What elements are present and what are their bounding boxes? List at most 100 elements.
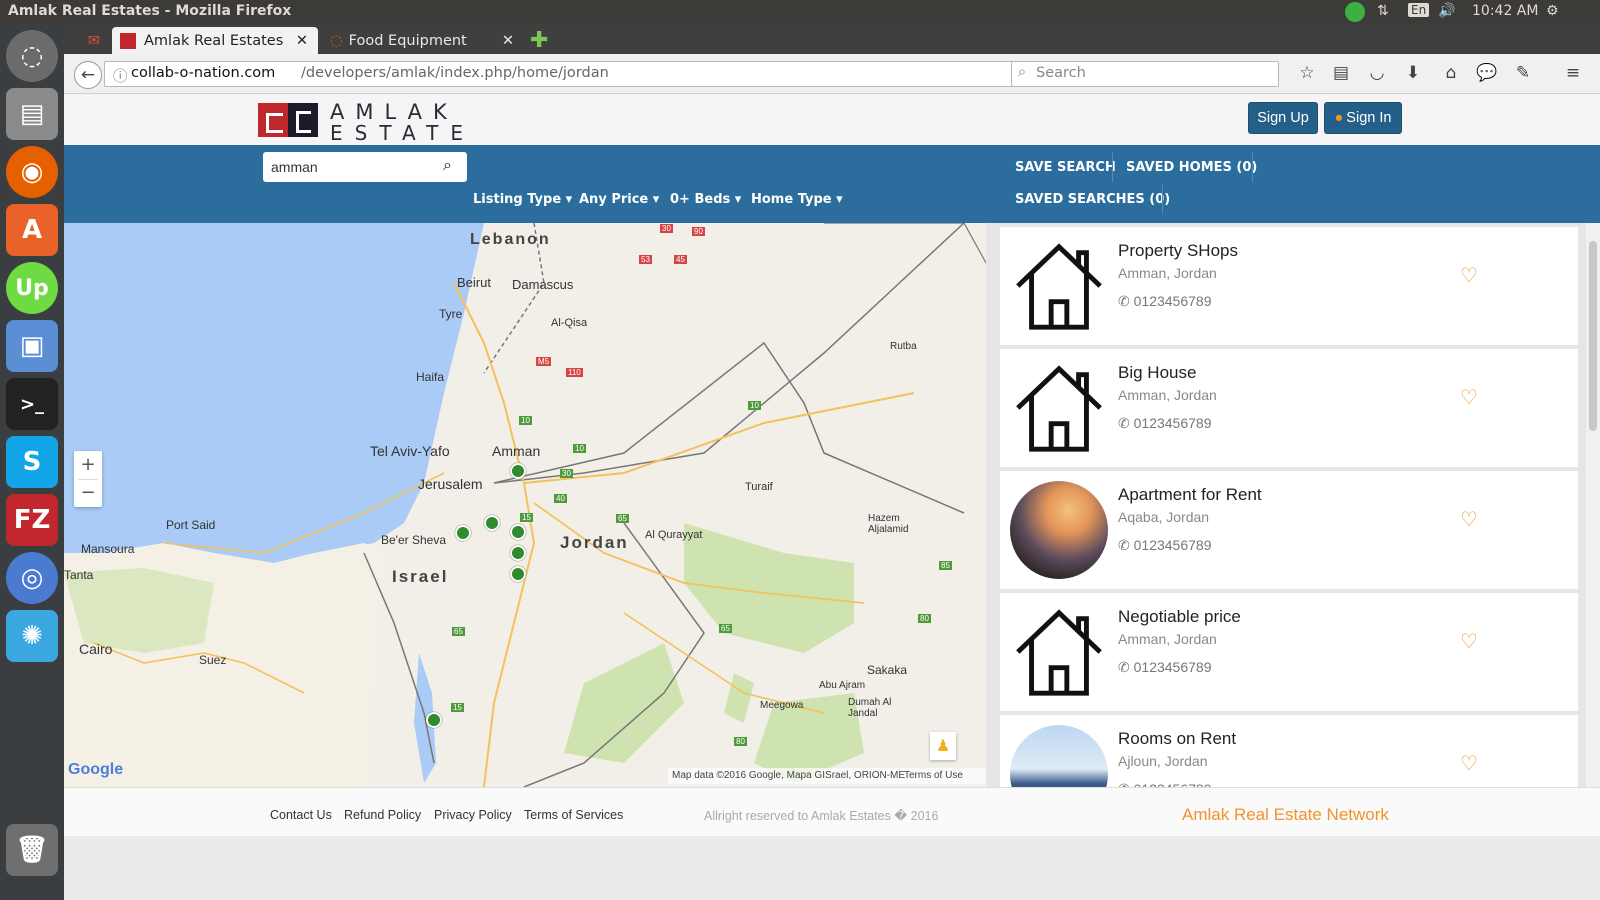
filezilla-icon[interactable]: FZ bbox=[6, 494, 58, 546]
bookmark-star-icon[interactable]: ☆ bbox=[1296, 62, 1318, 84]
url-bar[interactable]: ⓘ collab-o-nation.com /developers/amlak/… bbox=[104, 61, 1036, 87]
copyright-text: Allright reserved to Amlak Estates � 201… bbox=[704, 809, 939, 823]
saved-homes-link[interactable]: SAVED HOMES (0) bbox=[1126, 160, 1257, 175]
listing-location: Amman, Jordan bbox=[1118, 387, 1217, 403]
listing-card[interactable]: Rooms on Rent Ajloun, Jordan ✆ 012345678… bbox=[1000, 715, 1578, 787]
listing-card[interactable]: Apartment for Rent Aqaba, Jordan ✆ 01234… bbox=[1000, 471, 1578, 589]
update-icon[interactable] bbox=[1345, 2, 1365, 22]
firefox-icon[interactable]: ◉ bbox=[6, 146, 58, 198]
listing-marker[interactable] bbox=[455, 525, 471, 541]
listing-phone: ✆ 0123456789 bbox=[1118, 415, 1212, 432]
upwork-icon[interactable]: Up bbox=[6, 262, 58, 314]
amlak-favicon bbox=[120, 32, 136, 49]
map-label-haifa: Haifa bbox=[416, 370, 445, 384]
terminal-icon[interactable]: >_ bbox=[6, 378, 58, 430]
close-tab-icon[interactable]: ✕ bbox=[296, 33, 308, 49]
settings-gear-icon[interactable]: ⚙ bbox=[1546, 3, 1559, 19]
search-icon[interactable]: ⌕ bbox=[443, 155, 452, 175]
listing-marker[interactable] bbox=[510, 545, 526, 561]
chat-icon[interactable]: 💬 bbox=[1476, 62, 1498, 84]
listing-marker[interactable] bbox=[510, 566, 526, 582]
tab-amlak[interactable]: Amlak Real Estates ✕ bbox=[112, 27, 318, 54]
beds-dropdown[interactable]: 0+ Beds ▾ bbox=[670, 192, 741, 207]
listing-card[interactable]: Property SHops Amman, Jordan ✆ 012345678… bbox=[1000, 227, 1578, 345]
road-shield: 65 bbox=[452, 627, 465, 636]
save-search-link[interactable]: SAVE SEARCH bbox=[1015, 160, 1116, 175]
pocket-icon[interactable]: ◡ bbox=[1366, 62, 1388, 84]
app-icon[interactable]: ✺ bbox=[6, 610, 58, 662]
favorite-heart-icon[interactable]: ♡ bbox=[1460, 751, 1478, 775]
listing-title[interactable]: Property SHops bbox=[1118, 241, 1238, 261]
location-search-input[interactable]: amman ⌕ bbox=[263, 152, 467, 182]
clock[interactable]: 10:42 AM bbox=[1472, 3, 1538, 19]
listing-marker[interactable] bbox=[426, 712, 442, 728]
scrollbar-thumb[interactable] bbox=[1589, 241, 1597, 431]
close-tab-icon[interactable]: ✕ bbox=[502, 33, 514, 49]
zoom-out-button[interactable]: − bbox=[74, 479, 102, 507]
file-manager-icon[interactable]: ▤ bbox=[6, 88, 58, 140]
saved-searches-link[interactable]: SAVED SEARCHES (0) bbox=[1015, 192, 1170, 207]
extension-icon[interactable]: ✎ bbox=[1512, 62, 1534, 84]
favorite-heart-icon[interactable]: ♡ bbox=[1460, 385, 1478, 409]
listing-title[interactable]: Apartment for Rent bbox=[1118, 485, 1262, 505]
ubuntu-dash-icon[interactable]: ◌ bbox=[6, 30, 58, 82]
volume-icon[interactable]: 🔊 bbox=[1438, 3, 1455, 19]
zoom-in-button[interactable]: + bbox=[74, 451, 102, 479]
downloads-icon[interactable]: ⬇ bbox=[1402, 62, 1424, 84]
new-tab-plus-icon[interactable]: ✚ bbox=[530, 27, 550, 54]
terms-of-services-link[interactable]: Terms of Services bbox=[524, 808, 623, 822]
trash-icon[interactable]: 🗑 bbox=[6, 824, 58, 876]
map-terms-link[interactable]: Terms of Use bbox=[904, 770, 963, 781]
listing-marker[interactable] bbox=[510, 524, 526, 540]
sign-in-button[interactable]: ● Sign In bbox=[1324, 102, 1402, 134]
menu-icon[interactable]: ≡ bbox=[1562, 62, 1584, 84]
tab-food-equipment[interactable]: ◌ Food Equipment ✕ bbox=[322, 27, 520, 54]
listings-panel: Property SHops Amman, Jordan ✆ 012345678… bbox=[986, 223, 1600, 787]
price-dropdown[interactable]: Any Price ▾ bbox=[579, 192, 659, 207]
amlak-logo[interactable] bbox=[258, 103, 320, 137]
google-logo: Google bbox=[68, 761, 124, 778]
virtualbox-icon[interactable]: ▣ bbox=[6, 320, 58, 372]
road-shield: 40 bbox=[554, 494, 567, 503]
road-shield: 45 bbox=[674, 255, 687, 264]
software-center-icon[interactable]: A bbox=[6, 204, 58, 256]
pinned-gmail-tab[interactable]: ✉ bbox=[82, 27, 106, 54]
map-attribution-bar: Map data ©2016 Google, Mapa GISrael, ORI… bbox=[668, 768, 986, 784]
contact-us-link[interactable]: Contact Us bbox=[270, 808, 332, 822]
sign-up-button[interactable]: Sign Up bbox=[1248, 102, 1318, 134]
browser-search-input[interactable]: ⌕ Search bbox=[1011, 61, 1279, 87]
skype-icon[interactable]: S bbox=[6, 436, 58, 488]
chromium-icon[interactable]: ◎ bbox=[6, 552, 58, 604]
listing-location: Ajloun, Jordan bbox=[1118, 753, 1208, 769]
listing-marker[interactable] bbox=[484, 515, 500, 531]
refund-policy-link[interactable]: Refund Policy bbox=[344, 808, 421, 822]
listing-title[interactable]: Rooms on Rent bbox=[1118, 729, 1236, 749]
keyboard-language-indicator[interactable]: En bbox=[1408, 3, 1430, 17]
listing-marker[interactable] bbox=[510, 463, 526, 479]
network-icon[interactable]: ⇅ bbox=[1377, 3, 1389, 19]
map-view[interactable]: Lebanon Beirut Damascus Tyre Al-Qisa Hai… bbox=[64, 223, 986, 787]
listing-phone-number: 0123456789 bbox=[1133, 537, 1212, 553]
listings-scrollbar[interactable] bbox=[1586, 223, 1600, 787]
tab-label: Amlak Real Estates bbox=[144, 32, 284, 49]
back-arrow-icon[interactable]: ← bbox=[74, 61, 102, 89]
site-info-icon[interactable]: ⓘ bbox=[113, 65, 128, 86]
listing-card[interactable]: Big House Amman, Jordan ✆ 0123456789 ♡ bbox=[1000, 349, 1578, 467]
map-label-jerusalem: Jerusalem bbox=[418, 476, 483, 492]
street-view-pegman-icon[interactable]: ♟ bbox=[930, 732, 956, 760]
listing-title[interactable]: Big House bbox=[1118, 363, 1196, 383]
favorite-heart-icon[interactable]: ♡ bbox=[1460, 507, 1478, 531]
road-shield: 53 bbox=[639, 255, 652, 264]
favorite-heart-icon[interactable]: ♡ bbox=[1460, 263, 1478, 287]
road-shield: 10 bbox=[519, 416, 532, 425]
privacy-policy-link[interactable]: Privacy Policy bbox=[434, 808, 512, 822]
map-label-tyre: Tyre bbox=[439, 307, 463, 321]
reading-list-icon[interactable]: ▤ bbox=[1330, 62, 1352, 84]
listing-type-dropdown[interactable]: Listing Type ▾ bbox=[473, 192, 572, 207]
network-link[interactable]: Amlak Real Estate Network bbox=[1182, 805, 1389, 825]
listing-card[interactable]: Negotiable price Amman, Jordan ✆ 0123456… bbox=[1000, 593, 1578, 711]
favorite-heart-icon[interactable]: ♡ bbox=[1460, 629, 1478, 653]
home-icon[interactable]: ⌂ bbox=[1440, 62, 1462, 84]
listing-title[interactable]: Negotiable price bbox=[1118, 607, 1241, 627]
home-type-dropdown[interactable]: Home Type ▾ bbox=[751, 192, 843, 207]
